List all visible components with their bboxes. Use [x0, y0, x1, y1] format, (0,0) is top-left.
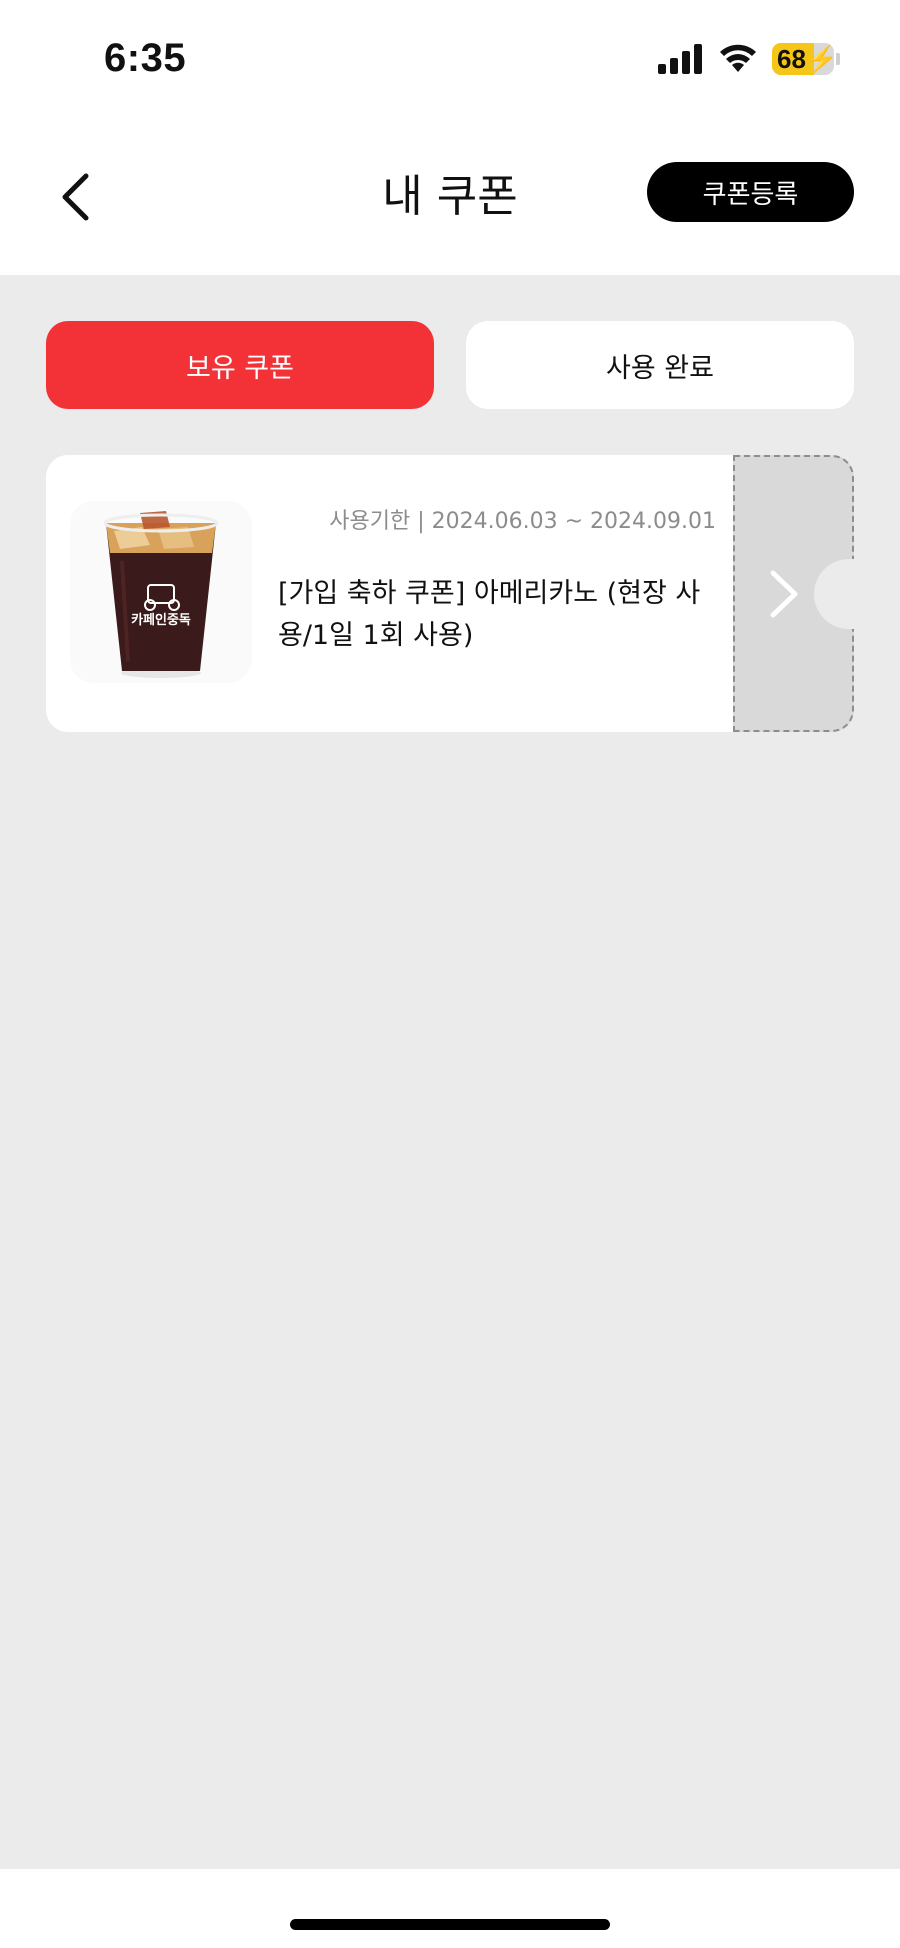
- battery-charging-icon: 68⚡: [772, 43, 834, 75]
- iced-americano-image: 카페인중독: [103, 511, 219, 678]
- status-bar: 6:35 68⚡: [0, 0, 900, 120]
- charging-bolt-icon: ⚡: [805, 44, 834, 74]
- page-header: 내 쿠폰 쿠폰등록: [0, 120, 900, 275]
- coupon-card[interactable]: 카페인중독 사용기한 | 2024.06.03 ~ 2024.09.01 [가입…: [46, 455, 854, 732]
- status-time: 6:35: [104, 36, 187, 80]
- ticket-notch: [814, 559, 854, 629]
- svg-text:카페인중독: 카페인중독: [131, 612, 191, 628]
- coupon-stub[interactable]: [733, 455, 854, 732]
- tab-owned-coupons[interactable]: 보유 쿠폰: [46, 321, 434, 409]
- coupon-title: [가입 축하 쿠폰] 아메리카노 (현장 사용/1일 1회 사용): [278, 578, 701, 651]
- tab-used-coupons[interactable]: 사용 완료: [466, 321, 854, 409]
- home-indicator[interactable]: [290, 1919, 610, 1930]
- battery-nub: [836, 53, 840, 65]
- coupon-validity-period: 사용기한 | 2024.06.03 ~ 2024.09.01: [329, 509, 716, 534]
- battery-level: 68⚡: [772, 43, 834, 75]
- status-icons: 68⚡: [658, 42, 840, 76]
- coupon-product-image: 카페인중독: [70, 501, 252, 683]
- chevron-right-icon: [769, 569, 799, 623]
- wifi-icon: [720, 44, 756, 72]
- register-coupon-button[interactable]: 쿠폰등록: [647, 162, 854, 222]
- coupon-tabs: 보유 쿠폰 사용 완료: [46, 321, 854, 409]
- cellular-signal-icon: [658, 44, 702, 74]
- home-indicator-area: [0, 1869, 900, 1948]
